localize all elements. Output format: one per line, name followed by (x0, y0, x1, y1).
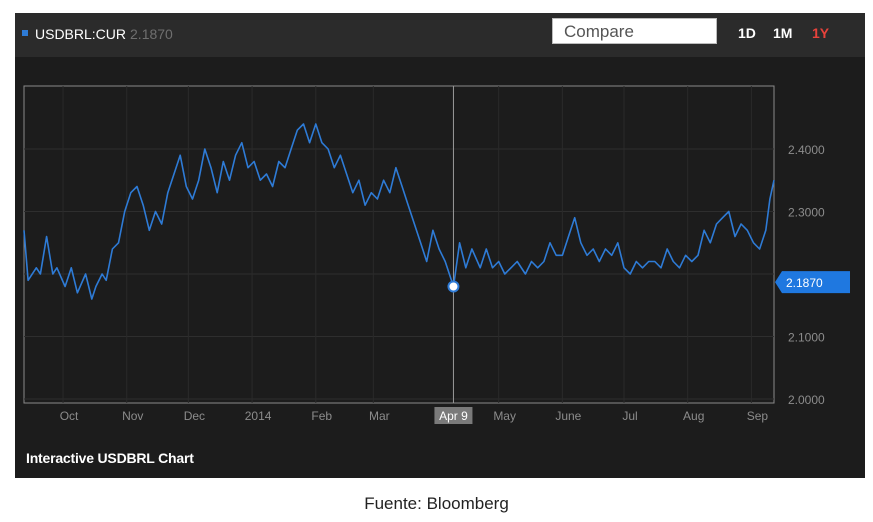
x-tick-label: 2014 (245, 409, 272, 423)
chart-header: USDBRL:CUR2.1870 1D 1M 1Y (15, 13, 865, 57)
chart-widget: USDBRL:CUR2.1870 1D 1M 1Y OctNovDec2014F… (15, 13, 865, 478)
x-tick-label: Jul (622, 409, 637, 423)
series-color-marker (22, 30, 28, 36)
x-tick-label: Oct (60, 409, 79, 423)
crosshair-point (447, 280, 460, 293)
range-1m-button[interactable]: 1M (773, 25, 792, 41)
price-chart[interactable]: Oct Nov Dec 2014 Feb Mar May June Jul Aug Sep 2.400… (15, 57, 865, 442)
range-1y-button[interactable]: 1Y (812, 25, 829, 41)
symbol-text: USDBRL:CUR (35, 26, 127, 42)
x-tick-label: Dec (184, 409, 205, 423)
x-tick-label: Mar (369, 409, 390, 423)
x-tick-label: Feb (311, 409, 332, 423)
symbol-label: USDBRL:CUR 2.1870 (35, 26, 173, 42)
crosshair-date-label: Apr 9 (439, 409, 468, 423)
x-tick-label: June (555, 409, 581, 423)
y-tick-label: 2.0000 (788, 393, 825, 407)
x-tick-label: Sep (747, 409, 769, 423)
x-tick-label: Nov (122, 409, 143, 423)
y-tick-label: 2.3000 (788, 206, 825, 220)
compare-input[interactable] (552, 18, 717, 44)
source-caption: Fuente: Bloomberg (364, 494, 509, 513)
y-tick-label: 2.1000 (788, 331, 825, 345)
chart-footer-title: Interactive USDBRL Chart (26, 450, 194, 466)
range-1d-button[interactable]: 1D (738, 25, 756, 41)
x-tick-label: Aug (683, 409, 704, 423)
plot-frame (23, 85, 775, 404)
last-price-label: 2.1870 (786, 276, 823, 290)
x-tick-label: May (493, 409, 516, 423)
y-tick-label: 2.4000 (788, 143, 825, 157)
current-price: 2.1870 (130, 26, 173, 42)
